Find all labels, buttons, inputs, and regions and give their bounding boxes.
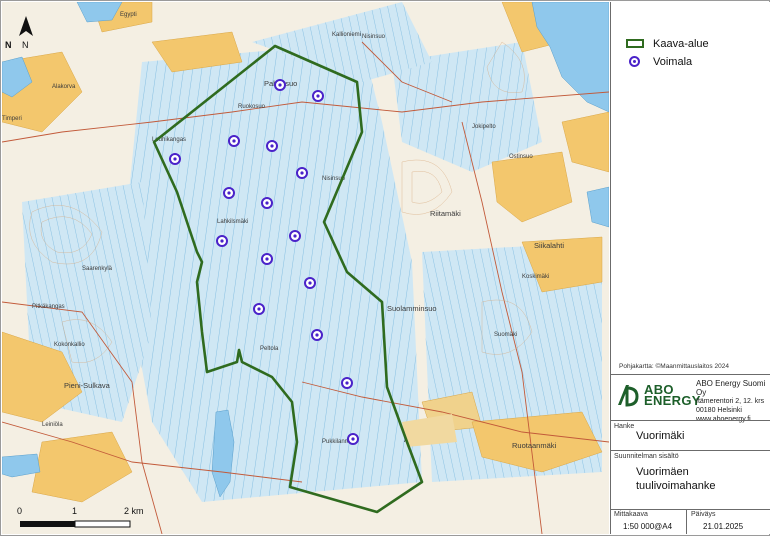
turbine-point-icon xyxy=(347,433,359,445)
legend-item-turbine: Voimala xyxy=(624,55,692,69)
company-info: ABO Energy Suomi Oy Itämerentori 2, 12. … xyxy=(696,379,770,424)
date-value: 21.01.2025 xyxy=(703,522,744,531)
turbine-point-icon xyxy=(312,90,324,102)
company-address-2: 00180 Helsinki xyxy=(696,407,742,414)
abo-energy-logo-icon xyxy=(618,385,639,407)
project-label: Hanke xyxy=(614,423,635,430)
svg-text:N: N xyxy=(22,40,29,50)
basemap-copyright: Pohjakartta: ©Maanmittauslaitos 2024 xyxy=(619,363,729,370)
divider xyxy=(611,420,770,421)
divider xyxy=(611,450,770,451)
scale-box-value: 1:50 000@A4 xyxy=(623,522,673,531)
turbine-point-icon xyxy=(629,56,640,67)
place-label: Kokonkallio xyxy=(54,342,85,348)
place-label: Suolamminsuo xyxy=(387,304,437,313)
place-label: Nisinsuo xyxy=(362,34,386,40)
legend-label: Voimala xyxy=(653,56,693,68)
place-label: Saarenkylä xyxy=(82,266,113,272)
scale-label-0: 0 xyxy=(17,506,22,516)
date-label: Päiväys xyxy=(691,511,716,518)
turbine-point-icon xyxy=(296,167,308,179)
place-label: Pieni-Sulkava xyxy=(64,381,111,390)
company-name: ABO Energy Suomi Oy xyxy=(696,379,766,397)
place-label: Ruokosuo xyxy=(238,104,266,110)
map-sheet: EgyptiPahkasuoRuokosuoNisinsuoRiitamäkiS… xyxy=(0,0,770,536)
turbine-point-icon xyxy=(228,135,240,147)
divider xyxy=(611,374,770,375)
place-label: Koskimäki xyxy=(522,274,549,280)
scale-label-1: 1 xyxy=(72,506,77,516)
north-label: N xyxy=(5,40,12,50)
divider xyxy=(611,509,770,510)
turbine-point-icon xyxy=(223,187,235,199)
place-label: Pitkäkangas xyxy=(32,304,65,310)
logo-line2: ENERGY xyxy=(644,393,701,408)
place-label: Kallioniemi xyxy=(332,32,361,38)
place-label: Suomäki xyxy=(494,332,517,338)
map-area: EgyptiPahkasuoRuokosuoNisinsuoRiitamäkiS… xyxy=(2,2,609,534)
place-label: Lahkilsmäki xyxy=(217,219,248,225)
plan-content-label: Suunnitelman sisältö xyxy=(614,453,679,460)
turbine-point-icon xyxy=(216,235,228,247)
turbine-point-icon xyxy=(261,197,273,209)
plan-content-line1: Vuorimäen xyxy=(636,466,689,478)
legend-item-plan-area: Kaava-alue xyxy=(624,37,709,51)
abo-energy-logo: ABO ENERGY xyxy=(615,382,701,408)
place-label: Riitamäki xyxy=(430,209,461,218)
turbine-point-icon xyxy=(274,79,286,91)
company-address-1: Itämerentori 2, 12. krs xyxy=(696,398,765,405)
place-label: Peltola xyxy=(260,346,279,352)
place-label: Leiniöla xyxy=(42,422,63,428)
turbine-point-icon xyxy=(169,153,181,165)
place-label: Ostinsuo xyxy=(509,154,533,160)
scale-label-2: 2 km xyxy=(124,506,144,516)
turbine-point-icon xyxy=(304,277,316,289)
title-block-panel: Kaava-alue Voimala Pohjakartta: ©Maanmit… xyxy=(610,2,770,534)
plan-content-line2: tuulivoimahanke xyxy=(636,480,716,492)
place-label: Siikalahti xyxy=(534,241,564,250)
place-label: Alakorva xyxy=(52,84,76,90)
turbine-point-icon xyxy=(341,377,353,389)
place-label: Jokipelto xyxy=(472,124,496,130)
scale-box-label: Mittakaava xyxy=(614,511,648,518)
legend-label: Kaava-alue xyxy=(653,38,709,50)
place-label: Egypti xyxy=(120,12,137,18)
turbine-point-icon xyxy=(266,140,278,152)
turbine-point-icon xyxy=(311,329,323,341)
place-label: Timperi xyxy=(2,116,22,122)
place-label: Ruotaanmäki xyxy=(512,441,557,450)
divider xyxy=(686,509,687,534)
area-outline-icon xyxy=(626,39,644,48)
turbine-point-icon xyxy=(261,253,273,265)
project-value: Vuorimäki xyxy=(636,430,685,442)
turbine-point-icon xyxy=(289,230,301,242)
map-canvas: EgyptiPahkasuoRuokosuoNisinsuoRiitamäkiS… xyxy=(2,2,609,534)
turbine-point-icon xyxy=(253,303,265,315)
